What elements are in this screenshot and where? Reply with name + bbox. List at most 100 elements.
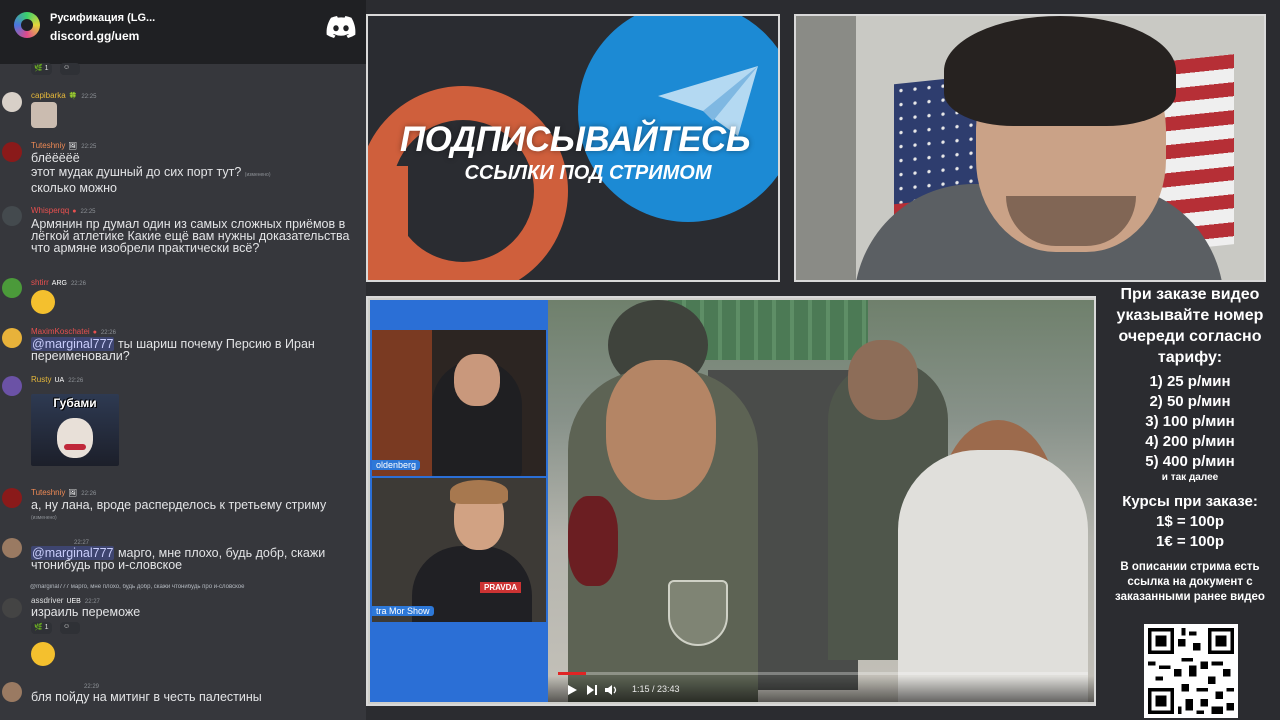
username[interactable]: assdriver bbox=[31, 596, 63, 605]
add-reaction-icon[interactable]: ☺ bbox=[60, 622, 80, 634]
timestamp: 22:25 bbox=[81, 94, 97, 100]
figure-woman bbox=[898, 450, 1088, 702]
price-item: 5) 400 р/мин bbox=[1145, 453, 1235, 470]
stream-label-a: oldenberg bbox=[372, 460, 421, 470]
laughing-emoji-icon bbox=[31, 290, 55, 314]
time-display: 1:15 / 23:43 bbox=[632, 684, 680, 694]
edited-marker: (изменено) bbox=[31, 515, 57, 521]
timestamp: 22:26 bbox=[68, 378, 84, 384]
avatar[interactable] bbox=[2, 278, 22, 298]
avatar[interactable] bbox=[2, 488, 22, 508]
volume-icon[interactable] bbox=[604, 684, 618, 696]
left-logo-stem bbox=[368, 166, 408, 280]
reaction-pill[interactable]: 🌿 1 bbox=[31, 622, 52, 634]
meme-image[interactable]: Губами bbox=[31, 394, 119, 466]
meme-caption: Губами bbox=[53, 396, 97, 410]
server-invite-link[interactable]: discord.gg/uem bbox=[50, 29, 139, 43]
role-badge: ● bbox=[72, 208, 77, 215]
username[interactable]: Whisperqq bbox=[31, 206, 69, 215]
timestamp: 22:25 bbox=[81, 144, 97, 150]
avatar[interactable] bbox=[2, 206, 22, 226]
reaction-pill[interactable]: 🌿 1 bbox=[31, 63, 52, 75]
side-streams-panel: oldenberg PRAVDA tra Mor Show bbox=[370, 300, 548, 702]
figure-detail bbox=[568, 496, 618, 586]
stream-layout: Русификация (LG... discord.gg/uem 🌿 1 ☺ … bbox=[0, 0, 1280, 720]
streamer-hair bbox=[944, 16, 1176, 126]
timestamp: 22:26 bbox=[100, 330, 116, 336]
progress-bar[interactable] bbox=[558, 672, 1088, 675]
message-text: сколько можно bbox=[31, 181, 117, 195]
webcam-feed bbox=[794, 14, 1266, 282]
message-text: @marginal777 ты шариш почему Персию в Ир… bbox=[31, 337, 315, 363]
play-icon[interactable] bbox=[566, 684, 578, 696]
price-item: 4) 200 р/мин bbox=[1145, 433, 1235, 450]
role-badge: ARG bbox=[51, 280, 67, 287]
discord-chat-overlay: Русификация (LG... discord.gg/uem 🌿 1 ☺ … bbox=[0, 0, 366, 720]
promo-banner: ПОДПИСЫВАЙТЕСЬ ССЫЛКИ ПОД СТРИМОМ bbox=[366, 14, 780, 282]
role-badge: ● bbox=[92, 329, 97, 336]
message-text: @marginal777 марго, мне плохо, будь добр… bbox=[31, 546, 326, 572]
stream-thumbnail-a: oldenberg bbox=[372, 330, 546, 476]
avatar[interactable] bbox=[2, 328, 22, 348]
username[interactable]: Rusty bbox=[31, 375, 51, 384]
role-badge: UEB bbox=[66, 598, 81, 605]
person-b-hair bbox=[450, 480, 508, 504]
add-reaction-icon[interactable]: ☺ bbox=[60, 63, 80, 75]
figure-soldier-1-head bbox=[606, 360, 716, 500]
server-name: Русификация (LG... bbox=[50, 12, 156, 24]
player-controls-bar bbox=[548, 676, 1094, 702]
timestamp: 22:26 bbox=[81, 491, 97, 497]
role-badge: 🖼 bbox=[68, 490, 78, 497]
avatar[interactable] bbox=[2, 682, 22, 702]
pricing-info: При заказе видео указывайте номер очеред… bbox=[1100, 284, 1280, 720]
avatar[interactable] bbox=[2, 142, 22, 162]
message-text: израиль переможе bbox=[31, 605, 141, 619]
next-icon[interactable] bbox=[586, 684, 598, 696]
promo-subtitle: ССЫЛКИ ПОД СТРИМОМ bbox=[464, 162, 712, 184]
reply-preview[interactable]: @marginal777 марго, мне плохо, будь добр… bbox=[30, 584, 360, 590]
exploding-head-emoji-icon bbox=[31, 642, 55, 666]
price-item: 2) 50 р/мин bbox=[1149, 393, 1231, 410]
price-list: 1) 25 р/мин 2) 50 р/мин 3) 100 р/мин 4) … bbox=[1100, 372, 1280, 483]
discord-logo-icon bbox=[326, 16, 356, 38]
username[interactable]: shtirr bbox=[31, 278, 49, 287]
figure-soldier-2-head bbox=[848, 340, 918, 420]
shoulder-patch bbox=[668, 580, 728, 646]
message-text: этот мудак душный до сих порт тут? (изме… bbox=[31, 165, 271, 179]
avatar[interactable] bbox=[2, 598, 22, 618]
promo-title: ПОДПИСЫВАЙТЕСЬ bbox=[399, 120, 751, 159]
info-header: При заказе видео указывайте номер очеред… bbox=[1116, 286, 1264, 366]
person-a-face bbox=[454, 354, 500, 406]
username[interactable]: capibarka bbox=[31, 91, 66, 100]
server-icon bbox=[14, 12, 40, 38]
message-text: бля пойду на митинг в честь палестины bbox=[31, 690, 262, 704]
role-badge: 🖼 bbox=[68, 143, 78, 150]
stream-label-b: tra Mor Show bbox=[372, 606, 434, 616]
edited-marker: (изменено) bbox=[244, 172, 271, 178]
message-text: а, ну лана, вроде раcперделось к третьем… bbox=[31, 498, 327, 512]
username[interactable]: Tuteshniy bbox=[31, 141, 65, 150]
rate-item: 1€ = 100р bbox=[1156, 533, 1224, 550]
progress-fill bbox=[558, 672, 587, 675]
cam-background bbox=[796, 16, 856, 280]
bookshelf bbox=[372, 330, 432, 476]
video-player[interactable]: oldenberg PRAVDA tra Mor Show 1:15 / 23:… bbox=[366, 296, 1096, 706]
rate-item: 1$ = 100р bbox=[1156, 513, 1224, 530]
price-item: 3) 100 р/мин bbox=[1145, 413, 1235, 430]
sticker-image[interactable] bbox=[31, 102, 57, 128]
avatar[interactable] bbox=[2, 92, 22, 112]
timestamp: 22:26 bbox=[70, 281, 86, 287]
qr-code-icon[interactable] bbox=[1144, 624, 1238, 718]
server-header[interactable]: Русификация (LG... discord.gg/uem bbox=[0, 0, 366, 64]
info-footer: В описании стрима есть ссылка на докумен… bbox=[1115, 561, 1265, 603]
video-frame[interactable] bbox=[548, 300, 1094, 702]
rates-title: Курсы при заказе: bbox=[1122, 493, 1258, 510]
role-badge: UA bbox=[54, 377, 65, 384]
message-text: блёёёёё bbox=[31, 151, 80, 165]
username[interactable]: MaximKoschatei bbox=[31, 327, 90, 336]
avatar[interactable] bbox=[2, 538, 22, 558]
message-text: Армянин пр думал один из самых сложных п… bbox=[31, 217, 350, 255]
price-more: и так далее bbox=[1161, 472, 1219, 483]
username[interactable]: Tuteshniy bbox=[31, 488, 65, 497]
avatar[interactable] bbox=[2, 376, 22, 396]
